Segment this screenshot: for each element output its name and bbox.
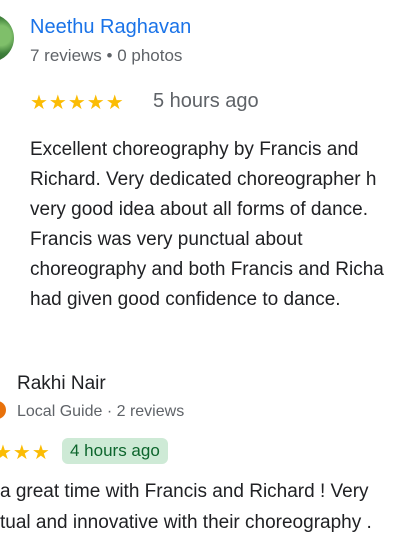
review-text-line: Excellent choreography by Francis and xyxy=(30,139,359,160)
review-text-line: a great time with Francis and Richard ! … xyxy=(0,481,369,502)
reviewer-name[interactable]: Neethu Raghavan xyxy=(30,16,191,39)
review-text-line: Francis was very punctual about xyxy=(30,229,303,250)
local-guide-icon xyxy=(0,401,6,419)
star-rating: ★★★ xyxy=(0,442,51,464)
review-text: Excellent choreography by Francis and Ri… xyxy=(30,135,384,315)
review-time: 5 hours ago xyxy=(153,90,259,112)
reviewer-name[interactable]: Rakhi Nair xyxy=(17,373,106,395)
review-text: a great time with Francis and Richard ! … xyxy=(0,476,372,538)
review-time-badge: 4 hours ago xyxy=(62,438,168,464)
reviewer-avatar[interactable] xyxy=(0,14,14,62)
star-rating: ★★★★★ xyxy=(30,92,125,114)
review-text-line: Richard. Very dedicated choreographer h xyxy=(30,169,377,190)
review-text-line: very good idea about all forms of dance. xyxy=(30,199,368,220)
review-text-line: had given good confidence to dance. xyxy=(30,289,341,310)
review-text-line: tual and innovative with their choreogra… xyxy=(0,512,372,533)
reviewer-meta: 7 reviews • 0 photos xyxy=(30,46,183,65)
review-text-line: choreography and both Francis and Richa xyxy=(30,259,384,280)
reviewer-meta: Local Guide · 2 reviews xyxy=(17,403,185,420)
